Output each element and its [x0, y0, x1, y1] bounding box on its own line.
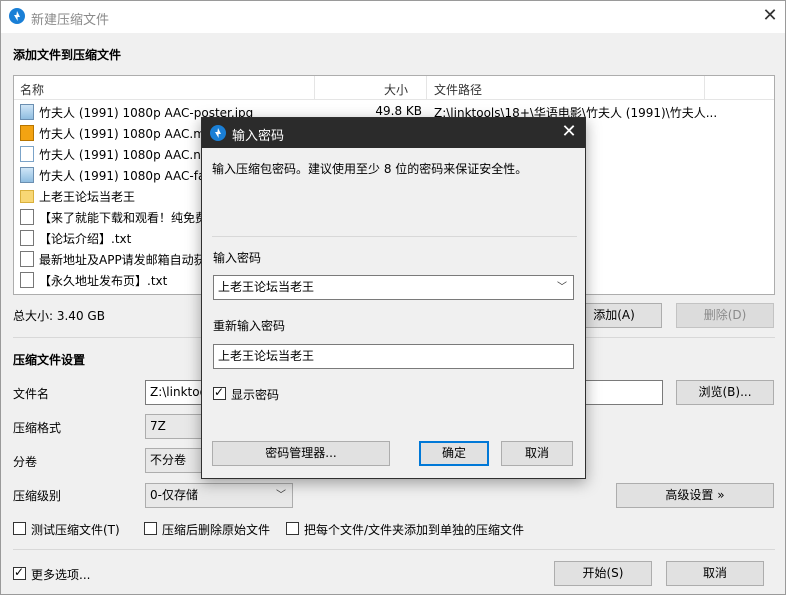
advanced-settings-button[interactable]: 高级设置 » [616, 483, 774, 508]
password-input[interactable]: 上老王论坛当老王 ﹀ [213, 275, 574, 300]
text-file-icon [20, 209, 34, 225]
settings-section-title: 压缩文件设置 [13, 353, 86, 367]
browse-button[interactable]: 浏览(B)... [676, 380, 774, 405]
dialog-description: 输入压缩包密码。建议使用至少 8 位的密码来保证安全性。 [212, 162, 528, 176]
ok-button[interactable]: 确定 [419, 441, 489, 466]
column-header-size[interactable]: 大小 [384, 81, 408, 98]
level-value: 0-仅存储 [150, 488, 198, 502]
image-file-icon [20, 104, 34, 120]
app-logo-icon [210, 125, 226, 141]
level-select[interactable]: 0-仅存储 ﹀ [145, 483, 293, 508]
file-name: 竹夫人 (1991) 1080p AAC-far [39, 169, 211, 183]
cancel-button[interactable]: 取消 [666, 561, 764, 586]
show-password-label: 显示密码 [231, 388, 280, 402]
password-label: 输入密码 [213, 251, 262, 265]
reenter-password-label: 重新输入密码 [213, 319, 286, 333]
file-name: 竹夫人 (1991) 1080p AAC.mkv [39, 127, 219, 141]
divider [13, 549, 775, 550]
test-archive-checkbox[interactable] [13, 522, 26, 535]
reenter-password-input[interactable]: 上老王论坛当老王 [213, 344, 574, 369]
delete-button[interactable]: 删除(D) [676, 303, 774, 328]
file-name: 【永久地址发布页】.txt [39, 274, 168, 288]
format-label: 压缩格式 [13, 421, 62, 435]
title-bar: 新建压缩文件 ✕ [1, 1, 785, 33]
password-dialog: 输入密码 ✕ 输入压缩包密码。建议使用至少 8 位的密码来保证安全性。 输入密码… [201, 117, 586, 479]
more-options-label: 更多选项... [31, 568, 91, 582]
split-value: 不分卷 [150, 453, 187, 467]
close-icon[interactable]: ✕ [759, 5, 781, 27]
total-size: 总大小: 3.40 GB [13, 309, 105, 323]
file-name: 竹夫人 (1991) 1080p AAC.nfo [39, 148, 213, 162]
format-value: 7Z [150, 419, 166, 433]
delete-after-checkbox[interactable] [144, 522, 157, 535]
separate-archives-checkbox[interactable] [286, 522, 299, 535]
delete-after-label: 压缩后删除原始文件 [162, 523, 271, 537]
dialog-title-bar: 输入密码 ✕ [202, 118, 585, 148]
close-icon[interactable]: ✕ [558, 121, 580, 143]
separate-archives-label: 把每个文件/文件夹添加到单独的压缩文件 [304, 523, 525, 537]
format-select[interactable]: 7Z [145, 414, 205, 439]
password-value: 上老王论坛当老王 [218, 280, 315, 294]
text-file-icon [20, 272, 34, 288]
file-size: 49.8 KB [375, 104, 422, 118]
file-name: 【论坛介绍】.txt [39, 232, 132, 246]
mkv-file-icon [20, 125, 34, 141]
chevron-down-icon: ﹀ [276, 490, 286, 501]
start-button[interactable]: 开始(S) [554, 561, 652, 586]
dialog-title: 输入密码 [232, 129, 285, 144]
test-archive-label: 测试压缩文件(T) [31, 523, 120, 537]
file-name: 最新地址及APP请发邮箱自动获 [39, 253, 206, 267]
file-list-header: 名称 大小 文件路径 [14, 76, 774, 100]
app-logo-icon [9, 8, 25, 24]
chevron-down-icon[interactable]: ﹀ [557, 276, 567, 299]
filename-label: 文件名 [13, 387, 50, 401]
text-file-icon [20, 230, 34, 246]
text-file-icon [20, 251, 34, 267]
nfo-file-icon [20, 146, 34, 162]
password-manager-button[interactable]: 密码管理器... [212, 441, 390, 466]
file-name: 上老王论坛当老王 [39, 190, 136, 204]
more-options-checkbox[interactable] [13, 565, 26, 580]
column-header-path[interactable]: 文件路径 [434, 81, 482, 98]
file-name: 【来了就能下载和观看！纯免费 [39, 211, 208, 225]
dialog-cancel-button[interactable]: 取消 [501, 441, 573, 466]
window-title: 新建压缩文件 [31, 13, 110, 28]
column-header-name[interactable]: 名称 [20, 81, 44, 98]
show-password-checkbox[interactable] [213, 385, 226, 400]
divider [212, 236, 577, 237]
split-label: 分卷 [13, 455, 38, 469]
level-label: 压缩级别 [13, 489, 62, 503]
files-section-title: 添加文件到压缩文件 [13, 48, 122, 62]
folder-icon [20, 190, 34, 203]
image-file-icon [20, 167, 34, 183]
split-select[interactable]: 不分卷 [145, 448, 205, 473]
